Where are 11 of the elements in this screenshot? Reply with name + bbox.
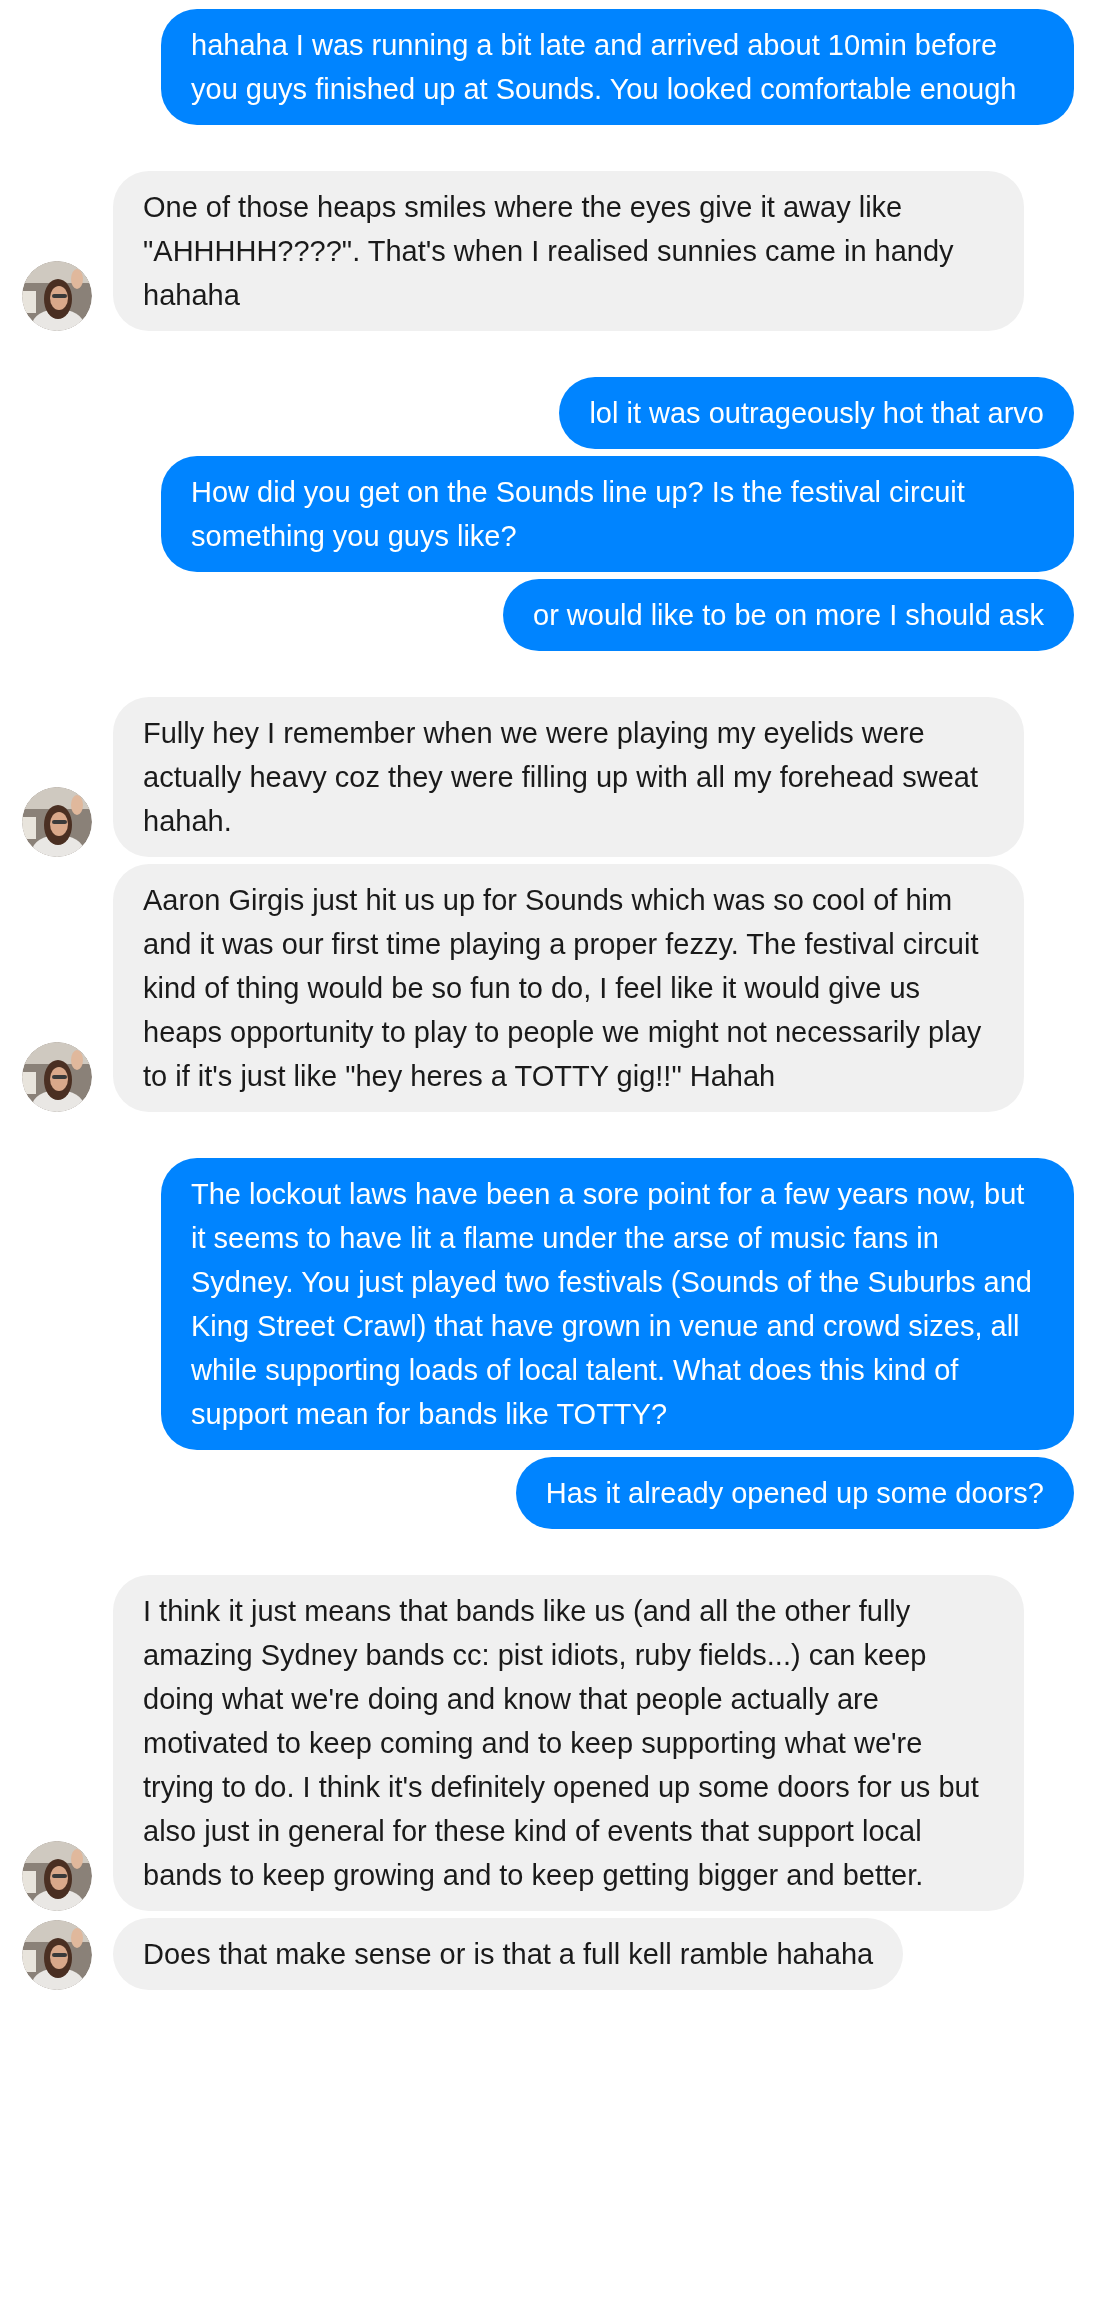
received-message: Does that make sense or is that a full kell ramble hahaha: [113, 1918, 904, 1990]
sent-message: Has it already opened up some doors?: [515, 1457, 1074, 1529]
received-message: One of those heaps smiles where the eyes give it away like "AHHHHH????". That's when I realised sunnies came in handy hahaha: [113, 171, 1024, 331]
sent-message: The lockout laws have been a sore point for a few years now, but it seems to have lit a flame under the arse of music fans in Sydney. You just played two festivals (Sounds of the Suburbs and King Street Crawl) that have grown in venue and crowd sizes, all while supporting loads of local talent. What does this kind of support mean for bands like TOTTY?: [161, 1158, 1074, 1450]
sent-message: hahaha I was running a bit late and arrived about 10min before you guys finished up at Sounds. You looked comfortable enough: [161, 9, 1074, 125]
received-message: Aaron Girgis just hit us up for Sounds which was so cool of him and it was our first time playing a proper fezzy. The festival circuit kind of thing would be so fun to do, I feel like it would give us heaps opportunity to play to people we might not necessarily play to if it's just like "hey heres a TOTTY gig!!" Hahah: [113, 864, 1024, 1112]
sent-message: How did you get on the Sounds line up? Is the festival circuit something you guys like?: [161, 456, 1074, 572]
sent-message: or would like to be on more I should ask: [503, 579, 1074, 651]
received-message: I think it just means that bands like us (and all the other fully amazing Sydney bands cc: pist idiots, ruby fields...) can keep doing what we're doing and know that people actually are motivated to keep coming and to keep supporting what we're trying to do. I think it's definitely opened up some doors for us but also just in general for these kind of events that support local bands to keep growing and to keep getting bigger and better.: [113, 1575, 1024, 1911]
sent-message: lol it was outrageously hot that arvo: [559, 377, 1074, 449]
received-message: Fully hey I remember when we were playing my eyelids were actually heavy coz they were filling up with all my forehead sweat hahah.: [113, 697, 1024, 857]
